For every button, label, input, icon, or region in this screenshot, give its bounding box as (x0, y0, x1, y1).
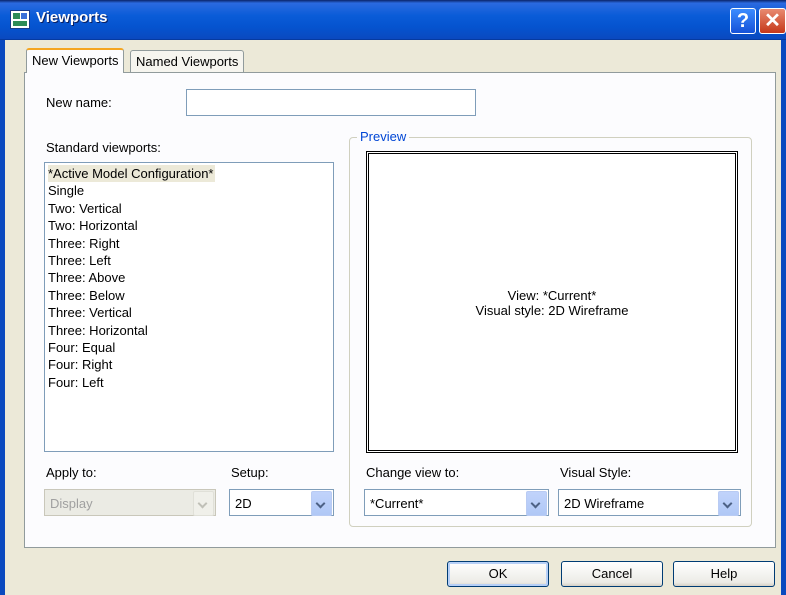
visual-style-select[interactable]: 2D Wireframe (558, 489, 741, 516)
preview-label: Preview (357, 129, 410, 144)
list-item[interactable]: Three: Above (48, 269, 333, 286)
standard-viewports-list[interactable]: *Active Model Configuration* Single Two: V… (44, 162, 334, 452)
new-name-input[interactable] (186, 89, 476, 116)
list-item[interactable]: *Active Model Configuration* (48, 165, 216, 183)
list-item[interactable]: Three: Vertical (48, 304, 333, 321)
close-icon: ✕ (764, 10, 781, 32)
preview-view-line: View: *Current* (507, 288, 597, 303)
list-item[interactable]: Four: Left (48, 374, 333, 391)
ok-button[interactable]: OK (447, 561, 549, 587)
title-bar[interactable] (0, 0, 786, 40)
change-view-label: Change view to: (366, 465, 460, 480)
change-view-select[interactable]: *Current* (364, 489, 549, 516)
list-item[interactable]: Four: Equal (48, 339, 333, 356)
new-name-label: New name: (46, 95, 112, 110)
list-item[interactable]: Three: Left (48, 252, 333, 269)
preview-text: View: *Current* Visual style: 2D Wirefra… (366, 288, 738, 318)
tab-named-viewports[interactable]: Named Viewports (130, 50, 245, 72)
cancel-button[interactable]: Cancel (561, 561, 663, 587)
tab-new-viewports[interactable]: New Viewports (26, 48, 125, 73)
chevron-down-icon (526, 491, 547, 516)
apply-to-select[interactable]: Display (44, 489, 216, 516)
help-button[interactable]: Help (673, 561, 775, 587)
viewports-app-icon (10, 10, 30, 29)
setup-value: 2D (235, 496, 252, 511)
window-border-right (781, 40, 786, 595)
apply-to-label: Apply to: (46, 465, 97, 480)
preview-style-line: Visual style: 2D Wireframe (475, 303, 629, 318)
visual-style-value: 2D Wireframe (564, 496, 645, 511)
chevron-down-icon (193, 491, 214, 516)
setup-label: Setup: (231, 465, 269, 480)
list-item[interactable]: Three: Horizontal (48, 322, 333, 339)
visual-style-label: Visual Style: (560, 465, 632, 480)
help-title-button[interactable]: ? (730, 8, 756, 34)
question-icon: ? (736, 10, 750, 32)
chevron-down-icon (718, 491, 739, 516)
list-item[interactable]: Three: Below (48, 287, 333, 304)
apply-to-value: Display (50, 496, 93, 511)
chevron-down-icon (311, 491, 332, 516)
setup-select[interactable]: 2D (229, 489, 334, 516)
window-title: Viewports (36, 9, 108, 26)
standard-viewports-label: Standard viewports: (46, 140, 161, 155)
list-item[interactable]: Two: Vertical (48, 200, 333, 217)
list-item[interactable]: Two: Horizontal (48, 217, 333, 234)
window-border-left (0, 40, 5, 595)
list-item[interactable]: Four: Right (48, 356, 333, 373)
close-button[interactable]: ✕ (759, 8, 786, 34)
change-view-value: *Current* (370, 496, 424, 511)
list-item[interactable]: Three: Right (48, 235, 333, 252)
list-item[interactable]: Single (48, 182, 333, 199)
